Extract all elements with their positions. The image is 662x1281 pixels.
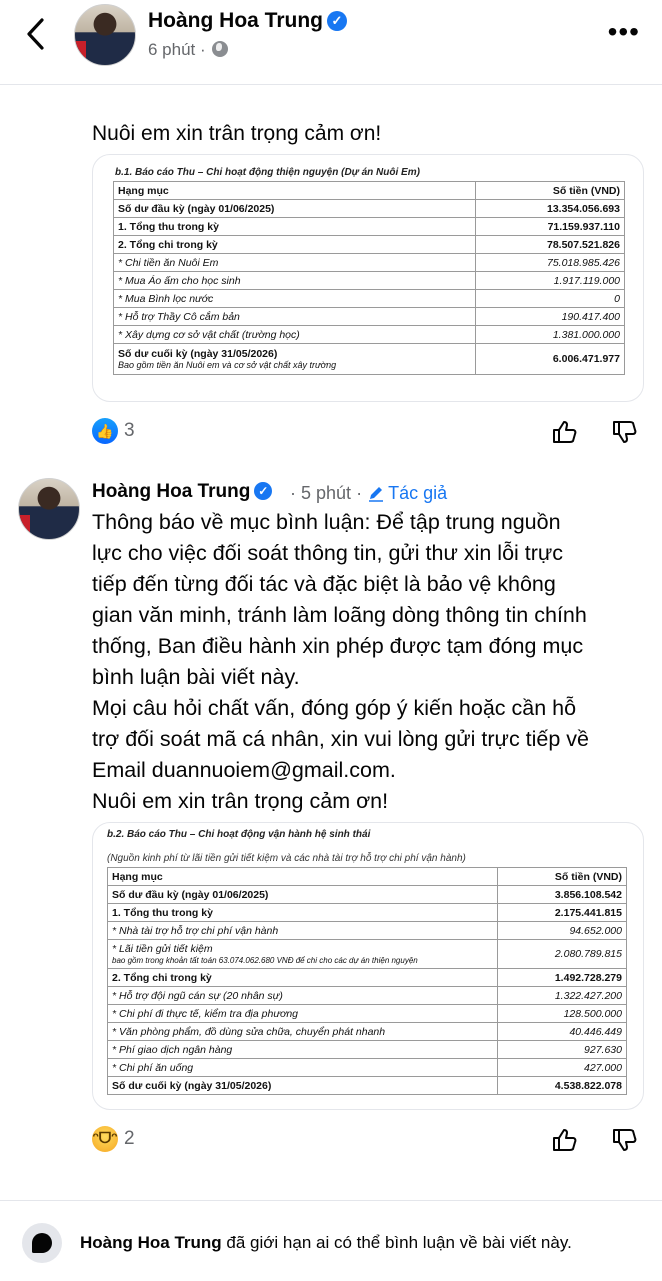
back-arrow-icon[interactable] — [18, 14, 54, 54]
restriction-text: Hoàng Hoa Trung đã giới hạn ai có thể bì… — [80, 1233, 572, 1252]
upvote-icon[interactable] — [550, 418, 578, 446]
more-options-icon[interactable]: ••• — [608, 18, 640, 46]
comment-line: Mọi câu hỏi chất vấn, đóng góp ý kiến ho… — [92, 696, 577, 720]
table-row: * Lãi tiền gửi tiết kiệm bao gồm trong kh… — [107, 939, 627, 969]
table-row: Số dư cuối kỳ (ngày 31/05/2026) 4.538.822… — [107, 1076, 627, 1095]
comment-line: bình luận bài viết này. — [92, 665, 300, 689]
comment-author-name[interactable]: Hoàng Hoa Trung ✓ — [92, 481, 273, 503]
table-row-final: Số dư cuối kỳ (ngày 31/05/2026) Bao gồm t… — [113, 343, 625, 375]
table-row: Số dư đầu kỳ (ngày 01/06/2025) 3.856.108.… — [107, 885, 627, 904]
post-text: Nuôi em xin trân trọng cảm ơn! — [92, 122, 382, 145]
comment-time[interactable]: 5 phút — [301, 483, 351, 503]
verified-badge-icon: ✓ — [327, 11, 347, 31]
table-row: * Phí giao dịch ngân hàng 927.630 — [107, 1040, 627, 1059]
author-name[interactable]: Hoàng Hoa Trung ✓ — [148, 9, 347, 33]
post-header: Hoàng Hoa Trung ✓ 6 phút · ••• — [0, 0, 662, 85]
downvote-icon[interactable] — [610, 418, 638, 446]
downvote-icon[interactable] — [610, 1126, 638, 1154]
table-row: * Mua Bình lọc nước 0 — [113, 289, 625, 308]
globe-icon — [212, 41, 229, 57]
table-row: Số dư đầu kỳ (ngày 01/06/2025) 13.354.056… — [113, 199, 625, 218]
table-row: * Chi phí ăn uống 427.000 — [107, 1058, 627, 1077]
comment-line: Nuôi em xin trân trọng cảm ơn! — [92, 789, 389, 813]
table-row: 1. Tổng thu trong kỳ 71.159.937.110 — [113, 217, 625, 236]
table-header-row: Hạng mục Số tiền (VND) — [107, 867, 627, 886]
table-row: 1. Tổng thu trong kỳ 2.175.441.815 — [107, 903, 627, 922]
post-meta: 6 phút · — [148, 40, 229, 60]
comment-line: Email duannuoiem@gmail.com. — [92, 758, 396, 782]
table-row: 2. Tổng chi trong kỳ 1.492.728.279 — [107, 968, 627, 987]
reaction-count[interactable]: 3 — [124, 420, 135, 442]
comment-restriction-notice: Hoàng Hoa Trung đã giới hạn ai có thể bì… — [0, 1200, 662, 1281]
like-icon[interactable]: 👍 — [92, 418, 118, 444]
comment-line: trợ đối soát mã cá nhân, xin vui lòng gử… — [92, 727, 590, 751]
table-row: * Hỗ trợ Thầy Cô cắm bản 190.417.400 — [113, 307, 625, 326]
comment-line: gian văn minh, tránh làm loãng dòng thôn… — [92, 603, 587, 627]
author-tag: Tác giả — [367, 483, 447, 503]
post-reaction-bar: 👍 3 — [0, 410, 662, 450]
table-row: * Chi tiền ăn Nuôi Em 75.018.985.426 — [113, 253, 625, 272]
upvote-icon[interactable] — [550, 1126, 578, 1154]
comment-reaction-bar: ᵔᗜᵔ 2 — [0, 1120, 662, 1160]
comment-line: thống, Ban điều hành xin phép được tạm đ… — [92, 634, 584, 658]
table-row: * Văn phòng phẩm, đồ dùng sửa chữa, chuy… — [107, 1022, 627, 1041]
post-time[interactable]: 6 phút — [148, 40, 195, 59]
author-avatar[interactable] — [74, 4, 136, 66]
table-row: * Chi phí đi thực tế, kiểm tra địa phươn… — [107, 1004, 627, 1023]
table-row: * Mua Áo ấm cho học sinh 1.917.119.000 — [113, 271, 625, 290]
report-table: Hạng mục Số tiền (VND) Số dư đầu kỳ (ngà… — [107, 867, 627, 1095]
table-row: * Hỗ trợ đội ngũ cán sự (20 nhân sự) 1.32… — [107, 986, 627, 1005]
table-row: * Nhà tài trợ hỗ trợ chi phí vận hành 94.… — [107, 921, 627, 940]
haha-icon[interactable]: ᵔᗜᵔ — [92, 1126, 118, 1152]
report-table: Hạng mục Số tiền (VND) Số dư đầu kỳ (ngà… — [113, 181, 625, 375]
comment-author-avatar[interactable] — [18, 478, 80, 540]
report-image-2[interactable]: b.2. Báo cáo Thu – Chi hoạt động vận hàn… — [92, 822, 644, 1110]
report-title: b.1. Báo cáo Thu – Chi hoạt động thiện n… — [115, 167, 420, 178]
comment-line: tiếp đến từng đối tác và đặc biệt là bảo… — [92, 572, 556, 596]
verified-badge-icon: ✓ — [254, 482, 273, 500]
report-title: b.2. Báo cáo Thu – Chi hoạt động vận hàn… — [107, 829, 371, 840]
report-note: (Nguồn kinh phí từ lãi tiền gửi tiết kiệ… — [107, 853, 466, 864]
pencil-icon — [369, 487, 384, 502]
comment-meta: · 5 phút · Tác giả — [290, 483, 448, 503]
table-header-row: Hạng mục Số tiền (VND) — [113, 181, 625, 200]
table-row: 2. Tổng chi trong kỳ 78.507.521.826 — [113, 235, 625, 254]
reaction-count[interactable]: 2 — [124, 1128, 135, 1150]
comment-bubble-icon — [22, 1223, 62, 1263]
comment-line: Thông báo về mục bình luận: Để tập trung… — [92, 510, 561, 534]
report-image-1[interactable]: b.1. Báo cáo Thu – Chi hoạt động thiện n… — [92, 154, 644, 402]
table-row: * Xây dựng cơ sở vật chất (trường học) 1.… — [113, 325, 625, 344]
comment-line: lực cho việc đối soát thông tin, gửi thư… — [92, 541, 564, 565]
